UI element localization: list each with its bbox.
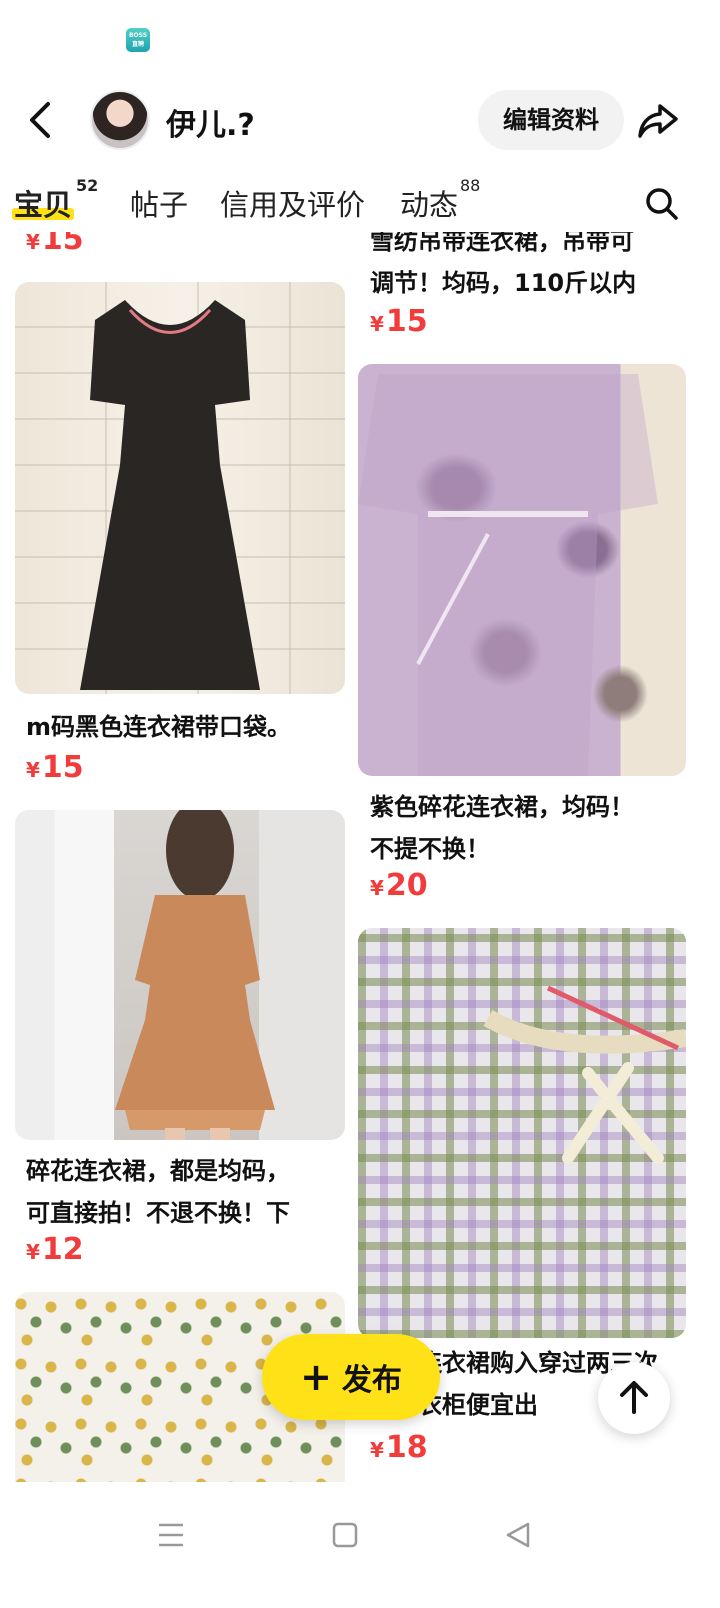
dress-image <box>80 300 260 690</box>
tab-label: 帖子 <box>130 188 189 222</box>
tab-activity[interactable]: 动态 88 <box>400 176 480 224</box>
product-feed: ¥15 m码黑色连衣裙带口袋。 ¥15 碎花连衣裙，都是均码， 可直接拍！不退不… <box>0 232 720 1482</box>
item-price: ¥15 <box>26 232 84 257</box>
tab-reviews[interactable]: 信用及评价 <box>220 182 365 224</box>
dress-image <box>483 985 686 1164</box>
tab-posts[interactable]: 帖子 <box>130 182 188 224</box>
item-price: ¥12 <box>26 1232 84 1267</box>
item-title[interactable]: 雪纺吊带连衣裙，吊带可 调节！均码，110斤以内 <box>370 232 690 304</box>
item-price: ¥15 <box>26 750 84 785</box>
tab-count: 88 <box>460 176 481 195</box>
dress-image <box>115 810 275 1140</box>
search-icon <box>646 188 678 220</box>
tab-label: 宝贝 <box>14 188 73 222</box>
tab-count: 52 <box>76 176 99 195</box>
item-price: ¥20 <box>370 868 428 903</box>
arrow-up-icon <box>620 1381 648 1414</box>
profile-tabs: 宝贝 52 帖子 信用及评价 动态 88 <box>0 172 720 232</box>
back-button[interactable] <box>20 96 64 144</box>
edit-profile-button[interactable]: 编辑资料 <box>478 90 624 150</box>
username: 伊儿.? <box>166 108 255 143</box>
profile-header: 伊儿.? 编辑资料 <box>0 82 720 158</box>
menu-button[interactable] <box>146 1510 196 1560</box>
tab-label: 动态 <box>400 188 459 222</box>
item-title[interactable]: 碎花连衣裙，都是均码， 可直接拍！不退不换！下 <box>26 1150 346 1234</box>
tab-label: 信用及评价 <box>220 188 366 222</box>
product-card-black-dress[interactable] <box>15 282 345 694</box>
product-card-floral-dress[interactable] <box>15 810 345 1140</box>
tab-items[interactable]: 宝贝 52 <box>14 176 98 224</box>
back-nav-button[interactable] <box>494 1510 544 1560</box>
avatar[interactable] <box>90 90 150 150</box>
item-title[interactable]: m码黑色连衣裙带口袋。 <box>26 706 346 748</box>
search-button[interactable] <box>642 184 682 224</box>
plus-icon: + <box>300 1355 332 1399</box>
system-nav-bar <box>0 1482 720 1608</box>
dress-image <box>358 374 658 776</box>
product-card-purple-dress[interactable] <box>358 364 686 776</box>
home-button[interactable] <box>320 1510 370 1560</box>
triangle-back-icon <box>506 1522 530 1548</box>
notification-app-icon: BOSS 直聘 <box>126 28 150 52</box>
menu-icon <box>159 1523 183 1547</box>
item-price: ¥18 <box>370 1430 428 1465</box>
publish-label: 发布 <box>341 1363 402 1398</box>
publish-button[interactable]: + 发布 <box>262 1334 440 1420</box>
share-button[interactable] <box>636 98 680 142</box>
scroll-to-top-button[interactable] <box>598 1362 670 1434</box>
item-title[interactable]: 紫色碎花连衣裙，均码！ 不提不换！ <box>370 786 690 870</box>
square-icon <box>332 1522 358 1548</box>
share-icon <box>638 104 678 138</box>
item-price: ¥15 <box>370 304 428 339</box>
product-card-plaid-dress[interactable] <box>358 928 686 1338</box>
chevron-left-icon <box>30 102 50 138</box>
